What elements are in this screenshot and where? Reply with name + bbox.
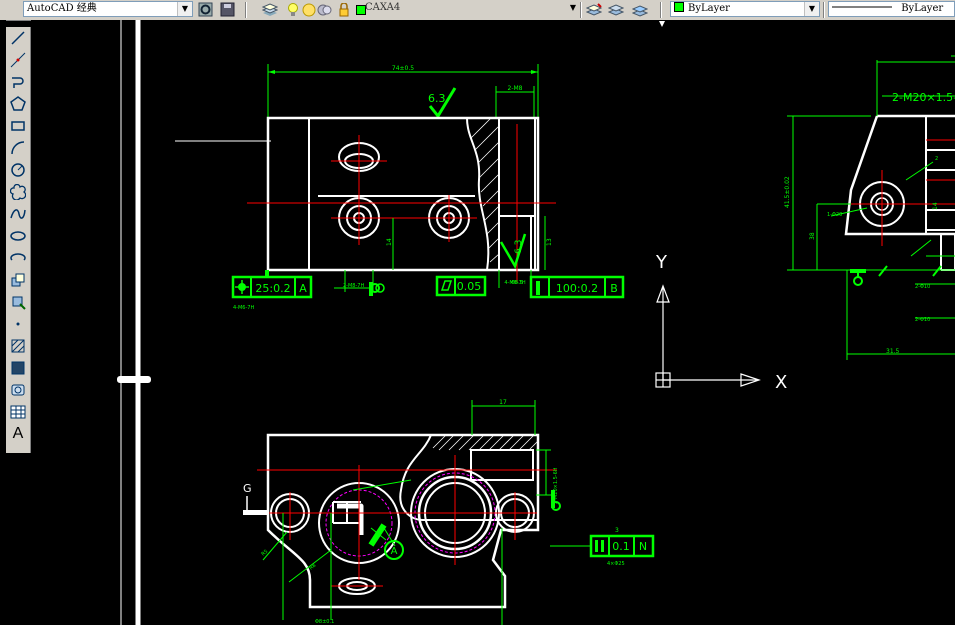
ftc-flatness-value: 0.05 (457, 280, 482, 293)
color-value: ByLayer (688, 3, 730, 14)
ftc-position-datum: A (299, 282, 307, 295)
arc-icon[interactable] (6, 137, 30, 159)
right-dim-e: 1-Φ20 (827, 212, 842, 218)
layer-on-icon[interactable] (284, 1, 301, 18)
dimension-17-text: 17 (499, 399, 507, 406)
region-icon[interactable] (6, 379, 30, 401)
right-dim-b: 38 (809, 232, 816, 240)
polyline-icon[interactable] (6, 71, 30, 93)
construction-line-icon[interactable] (6, 49, 30, 71)
linetype-dropdown[interactable]: ByLayer (828, 1, 955, 17)
right-dim-c: 14 (932, 202, 939, 210)
linetype-value: ByLayer (901, 3, 944, 14)
chevron-down-icon[interactable]: ▼ (804, 2, 819, 16)
dimension-14-text: 14 (386, 238, 393, 246)
insert-block-icon[interactable] (6, 269, 30, 291)
right-dim-d: 31.5 (886, 348, 900, 355)
layer-dropdown[interactable]: CAXA4 ▼ (362, 1, 580, 17)
ftc-perp-datum: B (610, 282, 618, 295)
ucs-y-label: Y (655, 252, 668, 273)
overall-dimension-text: 74±0.5 (392, 65, 414, 72)
layer-states-icon[interactable] (631, 1, 648, 18)
draw-toolbar: A (6, 27, 31, 453)
ucs-x-label: X (775, 372, 787, 393)
frame-marker (117, 376, 151, 383)
workspace-value: AutoCAD 经典 (27, 3, 97, 14)
revision-cloud-icon[interactable] (6, 181, 30, 203)
toolbar-separator (660, 2, 662, 18)
layer-properties-icon[interactable] (261, 1, 278, 18)
spline-icon[interactable] (6, 203, 30, 225)
ftc-parallel-value: 0.1 (612, 540, 630, 553)
point-icon[interactable] (6, 313, 30, 335)
line-icon[interactable] (6, 27, 30, 49)
workspace-save-icon[interactable] (219, 1, 236, 18)
layer-thaw-icon[interactable] (300, 1, 317, 18)
dimension-13-text: 13 (546, 238, 553, 246)
polygon-icon[interactable] (6, 93, 30, 115)
layer-viewport-icon[interactable] (316, 1, 333, 18)
gradient-icon[interactable] (6, 357, 30, 379)
make-object-layer-current-icon[interactable] (585, 1, 602, 18)
side-roughness-value: 6.3 (514, 240, 524, 254)
toolbar-separator (823, 2, 825, 18)
make-block-icon[interactable] (6, 291, 30, 313)
ellipse-icon[interactable] (6, 225, 30, 247)
linetype-sample-icon (832, 6, 892, 8)
rectangle-icon[interactable] (6, 115, 30, 137)
drawing-canvas[interactable]: 74±0.5 6.3 2-M8 14 13 6.3 2-M8-7H 4-M6-7… (31, 20, 955, 625)
roughness-value: 6.3 (428, 92, 446, 105)
color-dropdown[interactable]: ByLayer ▼ (670, 1, 820, 17)
right-dim-a: 41.5±0.02 (784, 176, 791, 208)
section-g-label: G (243, 482, 252, 495)
svg-text:2: 2 (935, 156, 938, 162)
ellipse-arc-icon[interactable] (6, 247, 30, 269)
right-dim-f: 2-Φ10 (915, 284, 930, 290)
color-swatch-icon (674, 2, 684, 12)
ftc-parallel-ref: 3 (615, 527, 619, 534)
toolbar-separator (245, 2, 247, 18)
thread-dimension-text: 2-M8 (508, 85, 523, 92)
toolbar-separator (580, 2, 582, 18)
circle-icon[interactable] (6, 159, 30, 181)
ftc-perp-value: 100:0.2 (556, 282, 598, 295)
ftc-position-value: 25:0.2 (255, 282, 290, 295)
layer-name: CAXA4 (365, 2, 401, 13)
thread-callout-text: 2-M20×1.5-6 (892, 91, 955, 104)
ftc-parallel-datum: N (639, 540, 647, 553)
right-dim-g: 2-Φ10 (915, 317, 930, 323)
top-toolbar: AutoCAD 经典 ▼ CAXA4 ▼ ByLayer ▼ ByLayer (0, 0, 955, 21)
ftc-parallel-note: 4×Φ25 (607, 561, 625, 567)
hatch-icon[interactable] (6, 335, 30, 357)
ftc-perp-note: Φ8.5 (511, 280, 523, 286)
workspace-settings-icon[interactable] (197, 1, 214, 18)
table-icon[interactable] (6, 401, 30, 423)
parallelism-symbol-icon (595, 540, 598, 552)
bottom-note-text: Φ8±0.1 (315, 619, 334, 625)
workspace-dropdown[interactable]: AutoCAD 经典 ▼ (23, 1, 193, 17)
multiline-text-glyph: A (12, 425, 24, 442)
layer-previous-icon[interactable] (607, 1, 624, 18)
layer-lock-icon[interactable] (335, 1, 352, 18)
datum-a-label: A (391, 546, 398, 557)
ftc-position-note: 4-M6-7H (233, 305, 254, 311)
section-arrow-icon (243, 510, 269, 515)
chevron-down-icon[interactable]: ▼ (566, 1, 580, 15)
perpendicularity-symbol-icon (536, 281, 540, 295)
multiline-text-icon[interactable]: A (6, 423, 30, 445)
chevron-down-icon[interactable]: ▼ (177, 2, 192, 16)
